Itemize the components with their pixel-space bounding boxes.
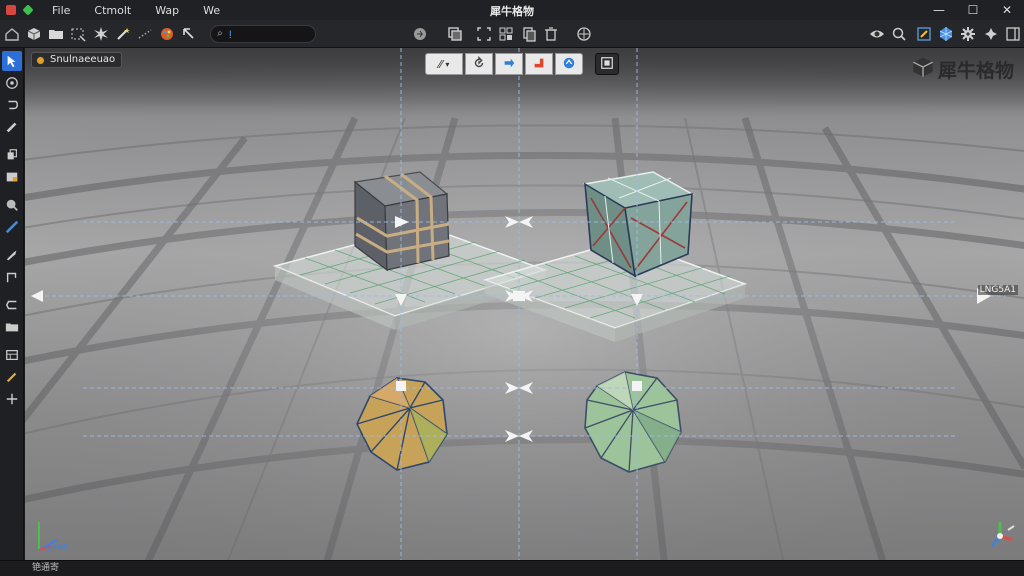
axis-gizmo-left[interactable]: ꭓyANS — [31, 516, 71, 556]
folder-icon[interactable] — [46, 23, 66, 45]
search-input[interactable] — [228, 28, 309, 39]
refresh-button[interactable] — [555, 53, 583, 75]
copy-icon[interactable] — [518, 23, 538, 45]
home-icon[interactable] — [2, 23, 22, 45]
chevron-down-icon: ▾ — [445, 59, 450, 69]
pointer-tool-icon[interactable] — [179, 23, 199, 45]
brand-cube-icon — [912, 56, 934, 83]
undo-arc-icon[interactable] — [2, 95, 22, 115]
viewport-label-text: Snulnaeeuao — [50, 54, 116, 65]
3d-viewport[interactable]: Snulnaeeuao ⁄⁄ ▾ 犀牛格物 LNG5A1 ꭓyANS — [25, 48, 1024, 560]
view-mode-icon — [36, 56, 45, 65]
settings-gear-icon[interactable] — [958, 23, 978, 45]
rotate-icon — [472, 55, 486, 73]
search-field[interactable]: ⌕ — [210, 24, 316, 43]
status-bar: 铯通寄 — [0, 560, 1024, 576]
menu-ctmolt[interactable]: Ctmolt — [94, 4, 131, 17]
window-close-icon[interactable]: ✕ — [990, 0, 1024, 20]
pencil-tool-icon[interactable] — [2, 367, 22, 387]
select-tool-icon[interactable] — [1, 51, 22, 71]
left-tool-column — [0, 48, 24, 560]
pen-tool-icon[interactable] — [914, 23, 934, 45]
measure-tool-icon[interactable] — [2, 217, 22, 237]
palette-icon[interactable] — [157, 23, 177, 45]
frame-select-icon[interactable] — [474, 23, 494, 45]
orbit-tool-icon[interactable] — [2, 73, 22, 93]
add-tool-icon[interactable] — [2, 389, 22, 409]
refresh-icon — [562, 56, 576, 73]
frame-tool-icon[interactable] — [2, 345, 22, 365]
globe-icon[interactable] — [410, 23, 430, 45]
brush-tool-icon[interactable] — [2, 117, 22, 137]
layout-button[interactable] — [595, 53, 619, 75]
menu-file[interactable]: File — [52, 4, 70, 17]
orientation-gizmo[interactable] — [982, 518, 1018, 554]
axis-label: ꭓyANS — [45, 543, 68, 551]
panel-tool-icon[interactable] — [2, 167, 22, 187]
snap-button[interactable] — [525, 53, 553, 75]
sidebar-toggle-icon[interactable] — [1003, 23, 1023, 45]
grid-select-icon[interactable] — [496, 23, 516, 45]
view-dropdown[interactable]: ⁄⁄ ▾ — [425, 53, 463, 75]
magic-wand-icon[interactable] — [113, 23, 133, 45]
window-controls: — ☐ ✕ — [922, 0, 1024, 20]
edge-coordinate-tag: LNG5A1 — [977, 285, 1018, 295]
cube-icon[interactable] — [24, 23, 44, 45]
view-eye-icon[interactable] — [867, 23, 887, 45]
minimize-icon[interactable]: — — [922, 0, 956, 20]
extrude-tool-icon[interactable] — [2, 145, 22, 165]
main-toolbar: ⌕ — [0, 20, 1024, 48]
plugin-icon[interactable] — [981, 23, 1001, 45]
layout-icon — [600, 56, 614, 73]
title-bar: File Ctmolt Wap We 犀牛格物 — ☐ ✕ — [0, 0, 1024, 20]
delete-icon[interactable] — [541, 23, 561, 45]
brand-text: 犀牛格物 — [937, 60, 1014, 82]
brand-watermark: 犀牛格物 — [912, 56, 1014, 83]
burst-icon[interactable] — [91, 23, 111, 45]
viewport-toolbar: ⁄⁄ ▾ — [425, 53, 619, 75]
sphere-tool-icon[interactable] — [2, 195, 22, 215]
search-icon: ⌕ — [217, 28, 223, 39]
close-dot-icon[interactable] — [6, 5, 16, 15]
scene-canvas[interactable] — [25, 48, 1024, 560]
status-text: 铯通寄 — [32, 563, 60, 573]
redo-icon — [502, 56, 516, 73]
lasso-select-icon[interactable] — [68, 23, 88, 45]
maximize-icon[interactable]: ☐ — [956, 0, 990, 20]
status-dot-icon — [22, 4, 34, 16]
target-icon[interactable] — [574, 23, 594, 45]
viewport-label[interactable]: Snulnaeeuao — [31, 52, 123, 68]
loop-cut-icon[interactable] — [2, 295, 22, 315]
knife-tool-icon[interactable] — [2, 245, 22, 265]
zoom-icon[interactable] — [889, 23, 909, 45]
view-dropdown-label: ⁄⁄ — [438, 57, 443, 71]
redo-button[interactable] — [495, 53, 523, 75]
gem-icon[interactable] — [936, 23, 956, 45]
menu-wap[interactable]: Wap — [155, 4, 179, 17]
menu-we[interactable]: We — [203, 4, 220, 17]
snap-icon — [532, 56, 546, 73]
rotate-button[interactable] — [465, 53, 493, 75]
folder-tool-icon[interactable] — [2, 317, 22, 337]
layers-icon[interactable] — [445, 23, 465, 45]
dotted-line-icon[interactable] — [135, 23, 155, 45]
bridge-tool-icon[interactable] — [2, 267, 22, 287]
menu-bar: File Ctmolt Wap We — [52, 4, 220, 17]
